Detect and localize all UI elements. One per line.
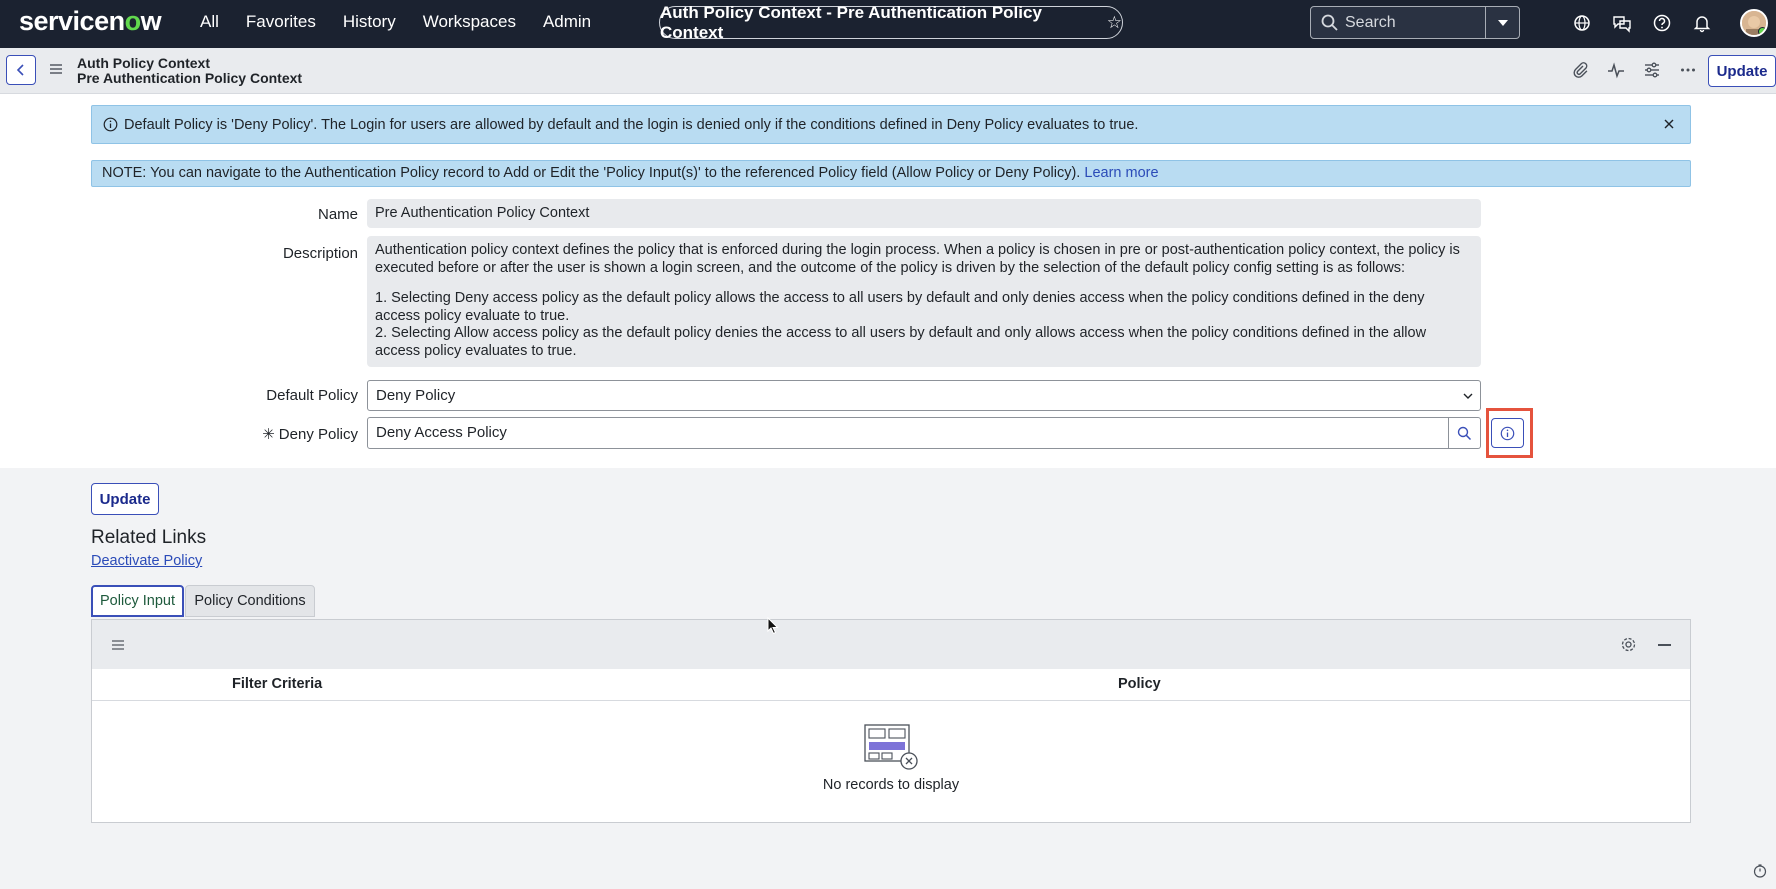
form-header: Auth Policy Context Pre Authentication P… — [0, 48, 1776, 94]
empty-list-icon — [864, 724, 918, 770]
chevron-left-icon — [16, 64, 24, 76]
learn-more-link[interactable]: Learn more — [1084, 165, 1158, 181]
info-message-bar: Default Policy is 'Deny Policy'. The Log… — [91, 105, 1691, 144]
form-record-name: Pre Authentication Policy Context — [77, 70, 303, 86]
paperclip-attachment-icon[interactable] — [1571, 61, 1589, 79]
default-policy-label: Default Policy — [266, 387, 358, 404]
presence-status-dot — [1758, 27, 1766, 35]
more-options-icon[interactable] — [1679, 61, 1697, 79]
mouse-cursor-icon — [767, 617, 779, 635]
lookup-search-button[interactable] — [1449, 417, 1481, 449]
personalize-sliders-icon[interactable] — [1643, 61, 1661, 79]
minimize-icon[interactable] — [1658, 644, 1671, 646]
header-divider — [92, 700, 1690, 701]
notifications-bell-icon[interactable] — [1691, 12, 1713, 34]
related-links-title: Related Links — [91, 527, 207, 548]
list-context-menu-icon[interactable] — [112, 640, 124, 650]
column-header-policy[interactable]: Policy — [1118, 676, 1161, 692]
form-title: Auth Policy Context Pre Authentication P… — [77, 56, 302, 86]
description-paragraph: Authentication policy context defines th… — [375, 242, 1460, 276]
empty-list-message: No records to display — [822, 777, 960, 793]
close-icon[interactable] — [1662, 117, 1676, 131]
column-header-filter-criteria[interactable]: Filter Criteria — [232, 676, 322, 692]
nav-link-history[interactable]: History — [343, 12, 396, 32]
tab-policy-conditions[interactable]: Policy Conditions — [185, 585, 315, 617]
default-policy-select[interactable]: Deny Policy — [367, 380, 1481, 411]
search-icon — [1321, 14, 1338, 31]
help-icon[interactable] — [1651, 12, 1673, 34]
top-navigation-bar: servicenow All Favorites History Workspa… — [0, 0, 1776, 48]
related-list-panel: Filter Criteria Policy No records to dis… — [91, 619, 1691, 823]
timer-icon[interactable] — [1753, 864, 1767, 878]
globe-icon[interactable] — [1571, 12, 1593, 34]
name-label: Name — [317, 206, 358, 223]
tab-policy-input[interactable]: Policy Input — [91, 585, 184, 617]
description-item-1: 1. Selecting Deny access policy as the d… — [375, 290, 1425, 324]
form-context-menu-icon[interactable] — [49, 63, 63, 75]
page-context-title: Auth Policy Context - Pre Authentication… — [660, 2, 1042, 42]
default-policy-value: Deny Policy — [376, 387, 456, 404]
update-button[interactable]: Update — [91, 483, 159, 515]
info-icon — [1500, 426, 1515, 440]
preview-record-button[interactable] — [1491, 418, 1524, 448]
chevron-down-icon — [1463, 393, 1473, 399]
chevron-down-icon — [1497, 19, 1508, 26]
nav-link-workspaces[interactable]: Workspaces — [423, 12, 516, 32]
search-scope-dropdown[interactable] — [1485, 7, 1519, 38]
description-item-2: 2. Selecting Allow access policy as the … — [375, 325, 1427, 359]
search-input[interactable]: Search — [1345, 14, 1396, 32]
deny-policy-label: ✳ Deny Policy — [262, 426, 358, 443]
deny-policy-reference-field[interactable]: Deny Access Policy — [367, 417, 1449, 449]
nav-link-all[interactable]: All — [200, 12, 219, 32]
header-update-button[interactable]: Update — [1708, 55, 1776, 87]
deactivate-policy-link[interactable]: Deactivate Policy — [91, 553, 202, 569]
form-body: Default Policy is 'Deny Policy'. The Log… — [0, 94, 1776, 468]
activity-pulse-icon[interactable] — [1607, 61, 1625, 79]
nav-link-favorites[interactable]: Favorites — [246, 12, 316, 32]
star-icon[interactable]: ☆ — [1107, 13, 1122, 33]
nav-menu: All Favorites History Workspaces Admin — [200, 12, 591, 32]
info-icon — [103, 117, 118, 132]
name-field[interactable]: Pre Authentication Policy Context — [367, 199, 1481, 228]
form-table-name: Auth Policy Context — [77, 55, 211, 71]
gear-icon[interactable] — [1620, 636, 1637, 653]
nav-link-admin[interactable]: Admin — [543, 12, 591, 32]
description-field[interactable]: Authentication policy context defines th… — [367, 236, 1481, 367]
list-toolbar — [92, 620, 1690, 669]
mandatory-asterisk-icon: ✳ — [262, 426, 275, 443]
note-text: NOTE: You can navigate to the Authentica… — [102, 165, 1081, 181]
chat-icon[interactable] — [1611, 12, 1633, 34]
global-search[interactable]: Search — [1310, 6, 1520, 39]
back-button[interactable] — [6, 55, 36, 85]
user-avatar[interactable] — [1740, 9, 1768, 37]
description-label: Description — [282, 245, 358, 262]
note-message-bar: NOTE: You can navigate to the Authentica… — [91, 160, 1691, 187]
search-icon — [1457, 426, 1472, 440]
context-title-pill[interactable]: Auth Policy Context - Pre Authentication… — [659, 3, 1123, 42]
info-message-text: Default Policy is 'Deny Policy'. The Log… — [124, 116, 1139, 133]
servicenow-logo[interactable]: servicenow — [19, 6, 162, 37]
